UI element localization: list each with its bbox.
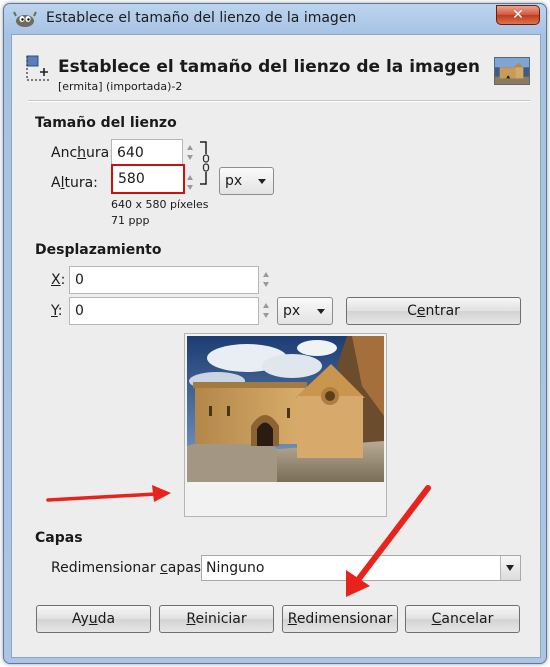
resolution-info: 71 ppp bbox=[111, 214, 150, 227]
title-bar[interactable]: Establece el tamaño del lienzo de la ima… bbox=[4, 4, 546, 34]
resize-button[interactable]: Redimensionar bbox=[282, 605, 398, 633]
width-label: Anchura: bbox=[51, 145, 114, 161]
canvas-unit-select[interactable]: px bbox=[219, 167, 274, 195]
height-label: Altura: bbox=[51, 175, 98, 191]
reset-button[interactable]: Reiniciar bbox=[159, 605, 274, 633]
cancel-button[interactable]: Cancelar bbox=[405, 605, 520, 633]
image-thumbnail bbox=[494, 57, 530, 85]
dialog-content: Establece el tamaño del lienzo de la ima… bbox=[11, 34, 541, 658]
chevron-down-icon bbox=[506, 565, 514, 571]
canvas-size-section-title: Tamaño del lienzo bbox=[35, 115, 177, 131]
resize-layers-select[interactable]: Ninguno bbox=[201, 555, 521, 581]
resize-layers-value: Ninguno bbox=[206, 560, 265, 576]
chevron-down-icon bbox=[317, 309, 325, 314]
width-spin-buttons[interactable] bbox=[184, 139, 196, 167]
offset-unit-value: px bbox=[283, 303, 301, 319]
help-button[interactable]: Ayuda bbox=[36, 605, 151, 633]
canvas-unit-value: px bbox=[225, 173, 243, 189]
preview-image bbox=[187, 336, 384, 482]
offset-x-label: X: bbox=[51, 272, 66, 288]
header-separator bbox=[28, 100, 530, 102]
layers-section-title: Capas bbox=[35, 530, 83, 546]
close-button[interactable]: ✕ bbox=[496, 5, 540, 25]
resize-layers-label: Redimensionar capas: bbox=[51, 560, 206, 576]
offset-y-input[interactable]: 0 bbox=[69, 297, 259, 325]
window-title: Establece el tamaño del lienzo de la ima… bbox=[46, 10, 357, 26]
height-spin-buttons[interactable] bbox=[184, 169, 196, 197]
size-pixels-info: 640 x 580 píxeles bbox=[111, 198, 209, 211]
center-button[interactable]: Centrar bbox=[346, 297, 521, 325]
dialog-heading: Establece el tamaño del lienzo de la ima… bbox=[58, 57, 481, 77]
width-input[interactable]: 640 bbox=[111, 139, 183, 167]
dropdown-button[interactable] bbox=[500, 556, 520, 580]
dialog-window: Establece el tamaño del lienzo de la ima… bbox=[3, 3, 547, 664]
image-name: [ermita] (importada)-2 bbox=[58, 80, 183, 93]
chevron-down-icon bbox=[258, 179, 266, 184]
offset-y-spin-buttons[interactable] bbox=[260, 297, 272, 325]
gimp-icon bbox=[13, 11, 37, 27]
canvas-preview[interactable] bbox=[184, 333, 387, 517]
offset-y-label: Y: bbox=[51, 303, 63, 319]
offset-x-spin-buttons[interactable] bbox=[260, 266, 272, 294]
offset-unit-select[interactable]: px bbox=[277, 297, 333, 325]
preview-empty-area bbox=[187, 482, 384, 514]
chain-link-icon[interactable] bbox=[199, 138, 213, 188]
close-icon: ✕ bbox=[512, 7, 524, 23]
offset-x-input[interactable]: 0 bbox=[69, 266, 259, 294]
offset-section-title: Desplazamiento bbox=[35, 242, 162, 258]
canvas-size-icon bbox=[26, 55, 49, 81]
height-highlight-box bbox=[111, 164, 185, 194]
